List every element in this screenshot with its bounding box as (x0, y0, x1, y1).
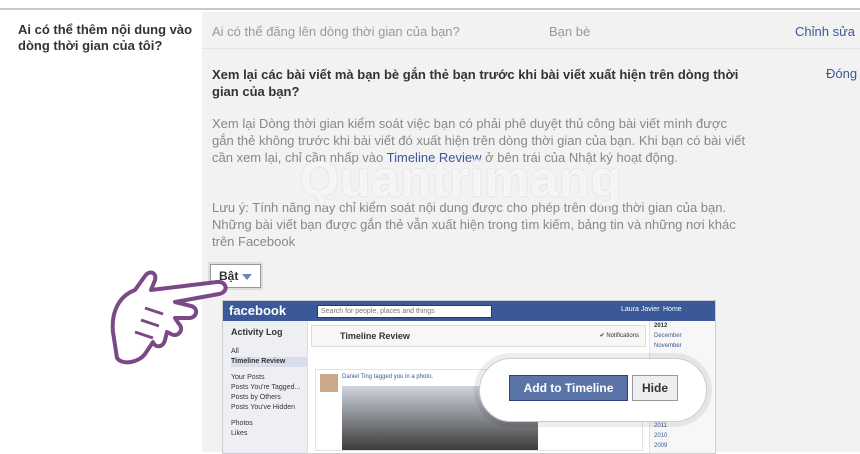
sidebar-item: Likes (231, 430, 248, 437)
timeline-review-title: Timeline Review (340, 331, 410, 341)
avatar (320, 374, 338, 392)
post-text: Daniel Ting tagged you in a photo. (342, 374, 434, 380)
pointing-hand-icon (110, 270, 228, 365)
facebook-logo: facebook (229, 303, 287, 318)
chevron-down-icon (242, 273, 253, 280)
section-label: Ai có thể thêm nội dung vào dòng thời gi… (18, 22, 193, 53)
watermark: Quantrimang (300, 151, 623, 207)
fb-activity-sidebar: Activity Log All Timeline Review Your Po… (223, 321, 308, 453)
add-to-timeline-button[interactable]: Add to Timeline (509, 375, 628, 401)
year-item: 2012 (654, 323, 668, 329)
sidebar-item: Photos (231, 420, 253, 427)
year-item: 2009 (654, 443, 668, 449)
fb-user-name: Laura Javier (621, 306, 660, 313)
year-item: December (654, 333, 682, 339)
sidebar-item: Posts by Others (231, 394, 281, 401)
year-item: 2010 (654, 433, 668, 439)
notifications-toggle: ✔ Notifications (599, 333, 639, 339)
post-permission-question: Ai có thể đăng lên dòng thời gian của bạ… (212, 24, 460, 39)
fb-home-link: Home (663, 306, 682, 313)
sidebar-item: All (231, 348, 239, 355)
top-divider (0, 0, 860, 10)
audience-value: Bạn bè (549, 24, 591, 39)
activity-log-title: Activity Log (231, 327, 283, 337)
sidebar-item: Posts You're Tagged... (231, 384, 301, 391)
edit-link[interactable]: Chỉnh sửa (795, 24, 855, 39)
close-link[interactable]: Đóng (826, 66, 857, 81)
timeline-review-header: Timeline Review ✔ Notifications (311, 325, 646, 347)
review-question-title: Xem lại các bài viết mà bạn bè gắn thẻ b… (212, 67, 739, 99)
hide-button[interactable]: Hide (632, 375, 678, 401)
year-item: November (654, 343, 682, 349)
fb-header: facebook Search for people, places and t… (223, 301, 715, 321)
sidebar-item-timeline-review: Timeline Review (231, 357, 307, 367)
row-divider (202, 48, 860, 49)
sidebar-item: Your Posts (231, 374, 265, 381)
year-item: 2011 (654, 423, 667, 429)
sidebar-item: Posts You've Hidden (231, 404, 295, 411)
fb-search-input: Search for people, places and things (317, 305, 492, 318)
